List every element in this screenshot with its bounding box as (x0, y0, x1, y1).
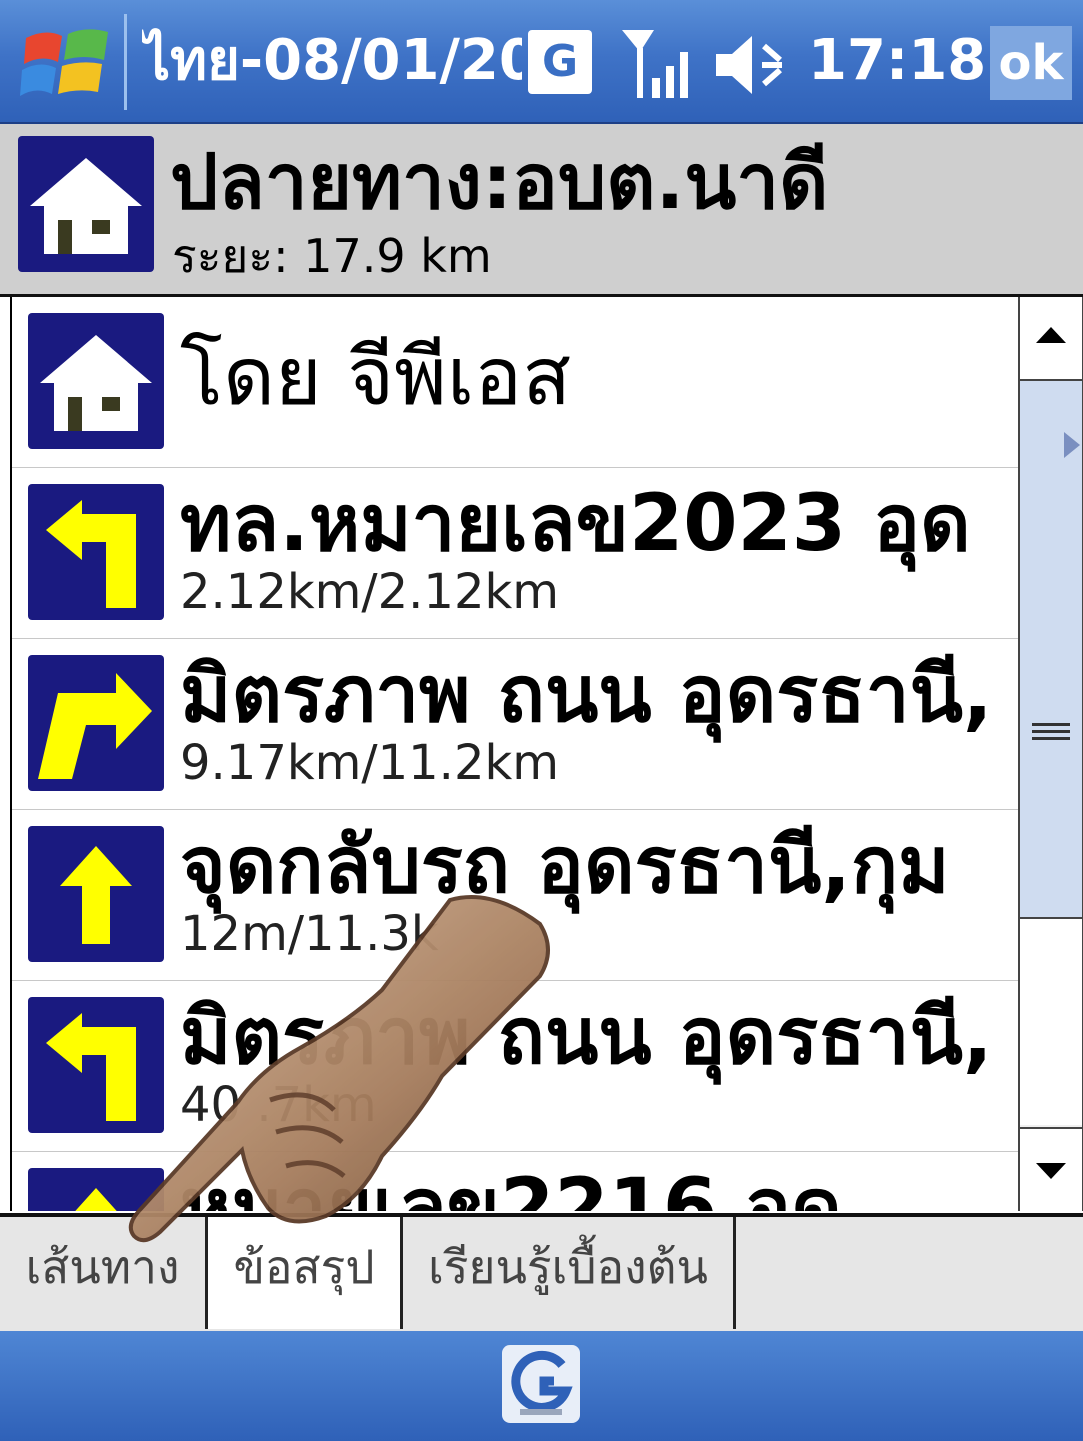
list-item[interactable]: มิตรภาพ ถนน อุดรธานี, 40 .7km (12, 981, 1020, 1153)
windows-flag-icon[interactable] (18, 18, 118, 108)
turn-left-icon (28, 484, 164, 620)
arrow-up-icon (1036, 327, 1066, 343)
list-item[interactable]: หมายเลข2216 อด (12, 1152, 1020, 1211)
arrow-down-icon (1036, 1163, 1066, 1179)
network-type-badge[interactable]: G (528, 30, 592, 94)
tab-strip: เส้นทาง ข้อสรุป เรียนรู้เบื้องต้น (0, 1213, 1083, 1335)
scroll-track[interactable] (1020, 919, 1082, 1125)
app-logo-icon[interactable] (500, 1343, 582, 1425)
list-item-title: โดย จีพีเอส (180, 330, 572, 423)
list-item-distance: 2.12km/2.12km (180, 564, 560, 620)
volume-icon[interactable] (710, 30, 802, 100)
list-item[interactable]: จุดกลับรถ อุดรธานี,กุม 12m/11.3k (12, 810, 1020, 982)
destination-header: ปลายทาง:อบต.นาดี ระยะ: 17.9 km (0, 124, 1083, 297)
route-list[interactable]: โดย จีพีเอส ทล.หมายเลข2023 อุด 2.12km/2.… (10, 297, 1020, 1211)
straight-icon (28, 1168, 164, 1211)
scroll-down-button[interactable] (1020, 1127, 1082, 1213)
window-title: ไทย-08/01/20 (142, 28, 522, 93)
signal-icon[interactable] (618, 24, 696, 104)
list-item[interactable]: มิตรภาพ ถนน อุดรธานี, 9.17km/11.2km (12, 639, 1020, 811)
list-item-title: มิตรภาพ ถนน อุดรธานี, (180, 650, 993, 740)
title-bar: ไทย-08/01/20 G 17:18 ok (0, 0, 1083, 124)
title-separator (124, 14, 127, 110)
clock[interactable]: 17:18 (808, 24, 986, 98)
list-item[interactable]: ทล.หมายเลข2023 อุด 2.12km/2.12km (12, 468, 1020, 640)
ok-button[interactable]: ok (990, 26, 1072, 100)
scroll-up-button[interactable] (1020, 297, 1082, 381)
destination-title: ปลายทาง:อบต.นาดี (170, 137, 829, 226)
straight-icon (28, 826, 164, 962)
list-item[interactable]: โดย จีพีเอส (12, 297, 1020, 469)
tab-learn[interactable]: เรียนรู้เบื้องต้น (403, 1217, 736, 1329)
list-item-title: จุดกลับรถ อุดรธานี,กุม (180, 821, 950, 911)
list-item-distance: 12m/11.3k (180, 906, 439, 962)
tab-route[interactable]: เส้นทาง (0, 1217, 208, 1329)
grip-icon (1032, 723, 1070, 740)
list-item-title: มิตรภาพ ถนน อุดรธานี, (180, 992, 993, 1082)
page-marker-icon (1064, 432, 1080, 458)
list-item-distance: 9.17km/11.2km (180, 735, 560, 791)
destination-distance: ระยะ: 17.9 km (172, 229, 492, 283)
home-icon (28, 313, 164, 449)
list-item-title: ทล.หมายเลข2023 อุด (180, 479, 971, 569)
home-icon (18, 136, 154, 272)
bottom-bar (0, 1331, 1083, 1441)
scroll-thumb[interactable] (1020, 381, 1082, 919)
tab-summary[interactable]: ข้อสรุป (208, 1217, 403, 1329)
list-item-distance: 40 .7km (180, 1077, 377, 1133)
turn-left-icon (28, 997, 164, 1133)
list-item-title: หมายเลข2216 อด (180, 1163, 842, 1211)
turn-right-icon (28, 655, 164, 791)
